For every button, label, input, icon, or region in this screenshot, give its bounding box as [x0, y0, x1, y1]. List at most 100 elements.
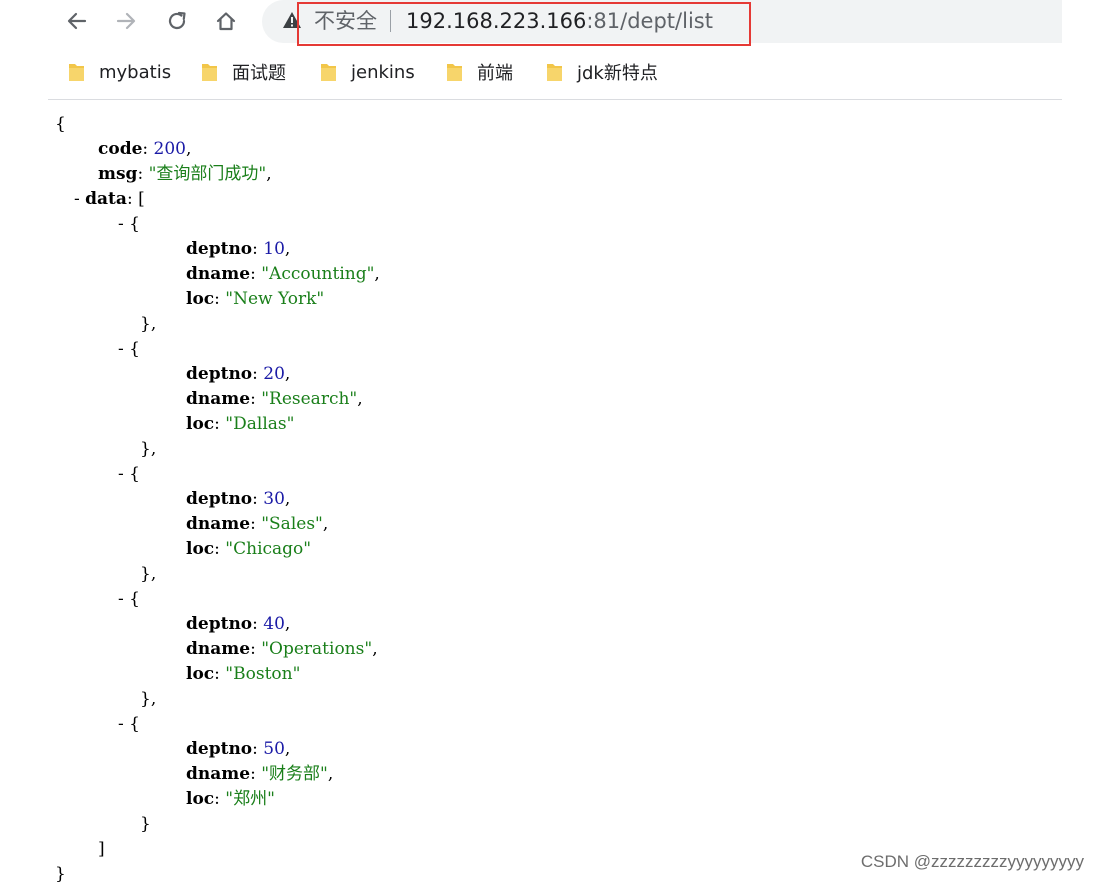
json-field: loc: "Chicago" — [186, 539, 312, 559]
bookmarks-bar: mybatis 面试题 jenkins 前端 jdk新特点 — [0, 52, 1062, 96]
bookmark-label: mybatis — [99, 61, 172, 83]
bookmark-jdk-features[interactable]: jdk新特点 — [546, 60, 658, 84]
json-item-close: }, — [140, 439, 157, 459]
json-number: 20 — [263, 364, 285, 384]
json-string: "财务部" — [261, 764, 328, 784]
json-field: dname: "财务部", — [186, 764, 334, 784]
json-key: loc — [186, 289, 215, 309]
json-number: 30 — [263, 489, 285, 509]
bookmark-label: 前端 — [477, 63, 513, 84]
collapse-toggle[interactable]: - — [74, 189, 80, 209]
json-key: data — [85, 189, 127, 209]
collapse-toggle[interactable]: - — [118, 214, 124, 234]
json-key: deptno — [186, 239, 253, 259]
json-key: loc — [186, 414, 215, 434]
json-string: "Dallas" — [225, 414, 295, 434]
back-button[interactable] — [60, 4, 94, 38]
json-open-bracket: [ — [138, 189, 145, 209]
arrow-right-icon — [116, 12, 136, 30]
bookmark-jenkins[interactable]: jenkins — [320, 60, 415, 84]
json-item-open: - { — [118, 339, 140, 359]
json-string: "New York" — [225, 289, 325, 309]
home-button[interactable] — [209, 4, 243, 38]
json-close-bracket: ] — [98, 839, 105, 859]
json-field: dname: "Sales", — [186, 514, 329, 534]
folder-icon — [447, 64, 462, 81]
bookmark-mybatis[interactable]: mybatis — [68, 60, 171, 84]
json-key: deptno — [186, 489, 253, 509]
bookmarks-divider — [48, 99, 1062, 100]
json-string: "Chicago" — [225, 539, 312, 559]
collapse-toggle[interactable]: - — [118, 464, 124, 484]
json-number: 200 — [153, 139, 186, 159]
bookmark-interview-questions[interactable]: 面试题 — [201, 60, 286, 84]
json-key: deptno — [186, 364, 253, 384]
folder-icon — [69, 64, 84, 81]
bookmark-label: 面试题 — [232, 63, 286, 84]
json-code-line: code: 200, — [98, 139, 192, 159]
json-number: 40 — [263, 614, 285, 634]
bookmark-frontend[interactable]: 前端 — [446, 60, 513, 84]
json-item-open: - { — [118, 214, 140, 234]
json-field: dname: "Research", — [186, 389, 363, 409]
folder-icon — [321, 64, 336, 81]
json-key: dname — [186, 764, 251, 784]
collapse-toggle[interactable]: - — [118, 339, 124, 359]
json-item-open: - { — [118, 464, 140, 484]
json-string: "Sales" — [261, 514, 323, 534]
collapse-toggle[interactable]: - — [118, 714, 124, 734]
json-field: deptno: 40, — [186, 614, 291, 634]
json-open-brace: { — [55, 114, 66, 134]
json-field: dname: "Accounting", — [186, 264, 380, 284]
json-string: "查询部门成功" — [148, 164, 267, 184]
bookmark-label: jenkins — [351, 61, 415, 83]
home-icon — [216, 12, 236, 31]
json-string: "Boston" — [225, 664, 301, 684]
json-key: dname — [186, 264, 251, 284]
json-string: "郑州" — [225, 789, 275, 809]
url-highlight-box — [297, 2, 751, 46]
json-key: loc — [186, 789, 215, 809]
json-key: loc — [186, 664, 215, 684]
json-item-open: - { — [118, 714, 140, 734]
json-key: deptno — [186, 614, 253, 634]
json-key: msg — [98, 164, 138, 184]
forward-button[interactable] — [109, 4, 143, 38]
browser-toolbar: 不安全 192.168.223.166:81/dept/list — [0, 0, 1100, 46]
json-field: dname: "Operations", — [186, 639, 378, 659]
json-msg-line: msg: "查询部门成功", — [98, 164, 272, 184]
json-field: deptno: 30, — [186, 489, 291, 509]
json-item-close: } — [140, 814, 151, 834]
arrow-left-icon — [67, 12, 87, 30]
folder-icon — [202, 64, 217, 81]
collapse-toggle[interactable]: - — [118, 589, 124, 609]
json-key: code — [98, 139, 143, 159]
json-item-close: }, — [140, 314, 157, 334]
json-field: deptno: 50, — [186, 739, 291, 759]
json-key: deptno — [186, 739, 253, 759]
json-close-brace: } — [55, 864, 66, 884]
json-data-line: - data: [ — [74, 189, 145, 209]
json-key: loc — [186, 539, 215, 559]
bookmark-label: jdk新特点 — [577, 63, 658, 84]
json-number: 10 — [263, 239, 285, 259]
json-field: loc: "Dallas" — [186, 414, 295, 434]
reload-icon — [168, 11, 186, 30]
json-key: dname — [186, 639, 251, 659]
json-item-close: }, — [140, 689, 157, 709]
json-field: deptno: 20, — [186, 364, 291, 384]
watermark: CSDN @zzzzzzzzzyyyyyyyyy — [860, 852, 1084, 871]
json-item-close: }, — [140, 564, 157, 584]
json-field: loc: "New York" — [186, 289, 325, 309]
json-item-open: - { — [118, 589, 140, 609]
json-key: dname — [186, 389, 251, 409]
json-string: "Research" — [261, 389, 358, 409]
json-field: deptno: 10, — [186, 239, 291, 259]
json-number: 50 — [263, 739, 285, 759]
json-string: "Accounting" — [261, 264, 375, 284]
json-string: "Operations" — [261, 639, 373, 659]
json-key: dname — [186, 514, 251, 534]
json-field: loc: "Boston" — [186, 664, 301, 684]
reload-button[interactable] — [160, 4, 194, 38]
json-field: loc: "郑州" — [186, 789, 275, 809]
